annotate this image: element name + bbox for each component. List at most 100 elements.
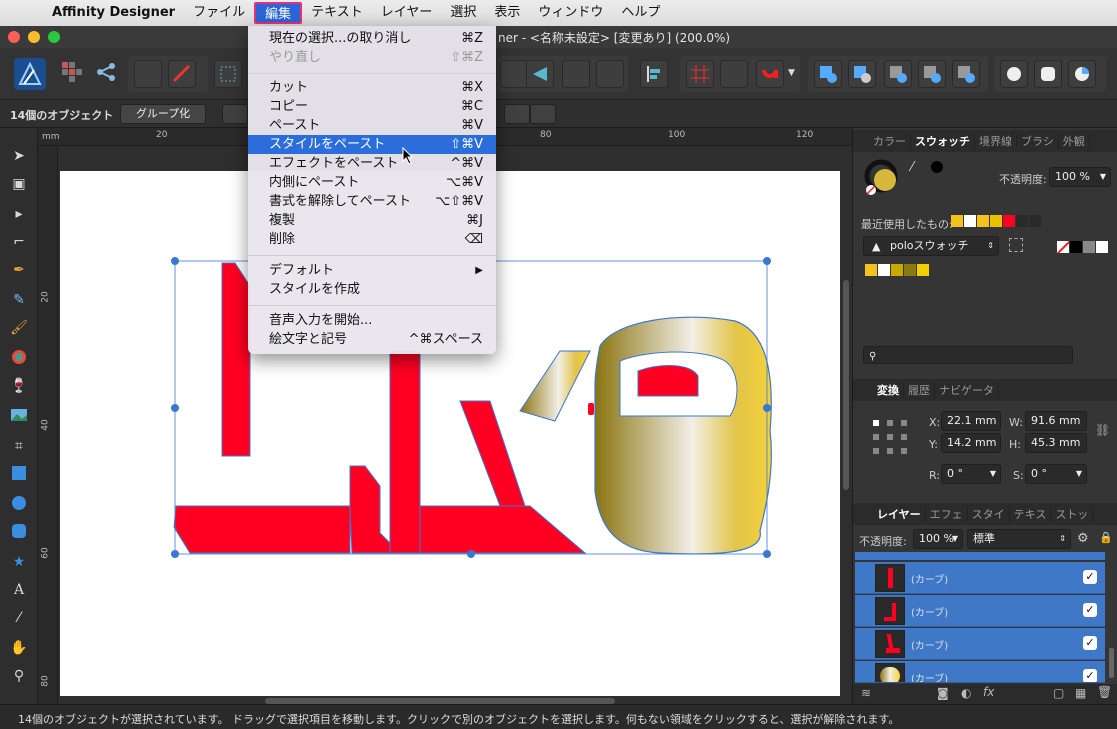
isolate-icon[interactable]	[134, 60, 162, 88]
recent-color-swatch[interactable]	[1016, 215, 1028, 227]
trash-icon[interactable]: 🗑	[1097, 685, 1112, 699]
tab-stock[interactable]: ストッ	[1051, 506, 1094, 522]
menu-item-paste-without-format[interactable]: 書式を解除してペースト ⌥⇧⌘V	[248, 192, 496, 211]
recent-color-swatch[interactable]	[951, 215, 963, 227]
pie-shape-icon[interactable]	[1068, 60, 1096, 88]
move-to-front-icon[interactable]	[562, 60, 590, 88]
subtract-boolean-icon[interactable]	[848, 60, 876, 88]
pen-tool-icon[interactable]: ✒	[9, 260, 29, 280]
layer-row[interactable]: (カーブ) ✓	[855, 595, 1105, 627]
layer-row-partial[interactable]	[855, 552, 1105, 560]
add-layer-icon[interactable]: ▢	[1053, 686, 1064, 700]
layer-opacity-field[interactable]: 100 % ▼	[913, 529, 963, 549]
menu-item-start-dictation[interactable]: 音声入力を開始...	[248, 311, 496, 330]
artistic-text-tool-icon[interactable]: A	[9, 580, 29, 600]
menu-item-duplicate[interactable]: 複製 ⌘J	[248, 211, 496, 230]
layer-row[interactable]: (カーブ) ✓	[855, 661, 1105, 683]
align-bottom-icon[interactable]	[530, 104, 556, 124]
align-left-icon[interactable]	[640, 60, 668, 88]
palette-selector[interactable]: ▲ poloスウォッチ ⇕	[863, 236, 999, 256]
combine-shapes-icon[interactable]	[1000, 60, 1028, 88]
menu-help[interactable]: ヘルプ	[612, 2, 669, 24]
minimize-window-icon[interactable]	[28, 31, 40, 43]
rounded-rectangle-tool-icon[interactable]	[9, 522, 29, 542]
snap-bounds-icon[interactable]	[720, 60, 748, 88]
blend-mode-select[interactable]: 標準 ⇕	[967, 529, 1071, 549]
menu-edit[interactable]: 編集	[254, 2, 303, 24]
eyedropper-icon[interactable]: ⁄	[911, 160, 927, 176]
corner-tool-icon[interactable]: ⌐	[9, 232, 29, 252]
layer-visibility-checkbox[interactable]: ✓	[1083, 636, 1097, 650]
snapping-magnet-icon[interactable]	[756, 60, 784, 88]
brush-tool-icon[interactable]: 🖌	[9, 318, 29, 338]
vertical-scrollbar[interactable]	[843, 280, 849, 490]
group-button[interactable]: グループ化	[120, 104, 206, 124]
rounded-square-icon[interactable]	[1034, 60, 1062, 88]
rectangle-tool-icon[interactable]	[9, 464, 29, 484]
white-swatch[interactable]	[1096, 241, 1108, 253]
tab-transform[interactable]: 変換	[873, 382, 904, 398]
artboard-tool-icon[interactable]: ▣	[9, 174, 29, 194]
menu-item-copy[interactable]: コピー ⌘C	[248, 97, 496, 116]
palette-color-swatch[interactable]	[904, 264, 916, 276]
menu-view[interactable]: 表示	[485, 2, 529, 24]
y-field[interactable]: 14.2 mm	[941, 433, 1001, 453]
layer-visibility-checkbox[interactable]: ✓	[1083, 603, 1097, 617]
layer-visibility-checkbox[interactable]: ✓	[1083, 570, 1097, 584]
tab-layers[interactable]: レイヤー	[873, 506, 926, 522]
h-field[interactable]: 45.3 mm	[1025, 433, 1087, 453]
crop-tool-icon[interactable]: ⌗	[9, 436, 29, 456]
recent-color-swatch[interactable]	[977, 215, 989, 227]
layer-visibility-checkbox[interactable]: ✓	[1083, 669, 1097, 682]
apple-menu-icon[interactable]	[0, 2, 44, 24]
place-image-tool-icon[interactable]	[9, 406, 29, 426]
flip-horizontal-icon[interactable]	[500, 60, 528, 88]
divide-boolean-icon[interactable]	[952, 60, 980, 88]
recent-color-swatch[interactable]	[964, 215, 976, 227]
layer-row[interactable]: (カーブ) ✓	[855, 562, 1105, 594]
anchor-point-grid-icon[interactable]	[871, 418, 911, 458]
add-pixel-layer-icon[interactable]: ▦	[1075, 686, 1086, 700]
tab-stroke[interactable]: 境界線	[975, 133, 1017, 149]
mask-icon[interactable]: ◙	[937, 686, 949, 700]
tab-effects[interactable]: エフェ	[926, 506, 968, 522]
menu-select[interactable]: 選択	[441, 2, 485, 24]
tab-navigator[interactable]: ナビゲータ	[935, 382, 999, 398]
menu-item-delete[interactable]: 削除 ⌫	[248, 230, 496, 249]
tab-text-styles[interactable]: テキス	[1010, 506, 1052, 522]
menu-window[interactable]: ウィンドウ	[529, 2, 612, 24]
intersect-boolean-icon[interactable]	[884, 60, 912, 88]
black-swatch[interactable]	[1070, 241, 1082, 253]
shear-field[interactable]: 0 ° ▼	[1025, 464, 1087, 484]
layer-row[interactable]: (カーブ) ✓	[855, 628, 1105, 660]
tab-color[interactable]: カラー	[869, 133, 911, 149]
menu-item-create-style[interactable]: スタイルを作成	[248, 280, 496, 299]
swatch-search-field[interactable]: ⚲	[863, 346, 1073, 364]
fill-tool-icon[interactable]	[9, 348, 29, 368]
selection-box-icon[interactable]	[214, 60, 242, 88]
star-tool-icon[interactable]: ★	[9, 552, 29, 572]
palette-color-swatch[interactable]	[878, 264, 890, 276]
maximize-window-icon[interactable]	[48, 31, 60, 43]
layers-scrollbar[interactable]	[1109, 648, 1114, 678]
transparency-tool-icon[interactable]: 🍷	[9, 376, 29, 396]
snap-options-chevron-icon[interactable]: ▼	[788, 68, 795, 78]
pixel-persona-icon[interactable]	[60, 60, 84, 84]
current-color-icon[interactable]	[931, 161, 943, 173]
move-tool-icon[interactable]: ➤	[9, 146, 29, 166]
recent-color-swatch[interactable]	[1003, 215, 1015, 227]
layers-stack-icon[interactable]: ≋	[861, 686, 871, 700]
menu-item-paste[interactable]: ペースト ⌘V	[248, 116, 496, 135]
transform-origin-icon[interactable]	[222, 104, 248, 124]
adjustment-icon[interactable]: ◐	[961, 686, 971, 700]
gear-icon[interactable]: ⚙	[1077, 531, 1089, 546]
menu-item-emoji-symbols[interactable]: 絵文字と記号 ^⌘スペース	[248, 330, 496, 349]
palette-color-swatch[interactable]	[865, 264, 877, 276]
none-swatch-icon[interactable]	[1057, 241, 1069, 253]
menu-layer[interactable]: レイヤー	[372, 2, 442, 24]
lock-icon[interactable]: 🔒	[1099, 531, 1113, 544]
snap-grid-icon[interactable]	[686, 60, 714, 88]
tab-swatches[interactable]: スウォッチ	[911, 133, 975, 149]
menu-item-defaults[interactable]: デフォルト ▶	[248, 261, 496, 280]
fx-icon[interactable]: fx	[983, 685, 994, 699]
